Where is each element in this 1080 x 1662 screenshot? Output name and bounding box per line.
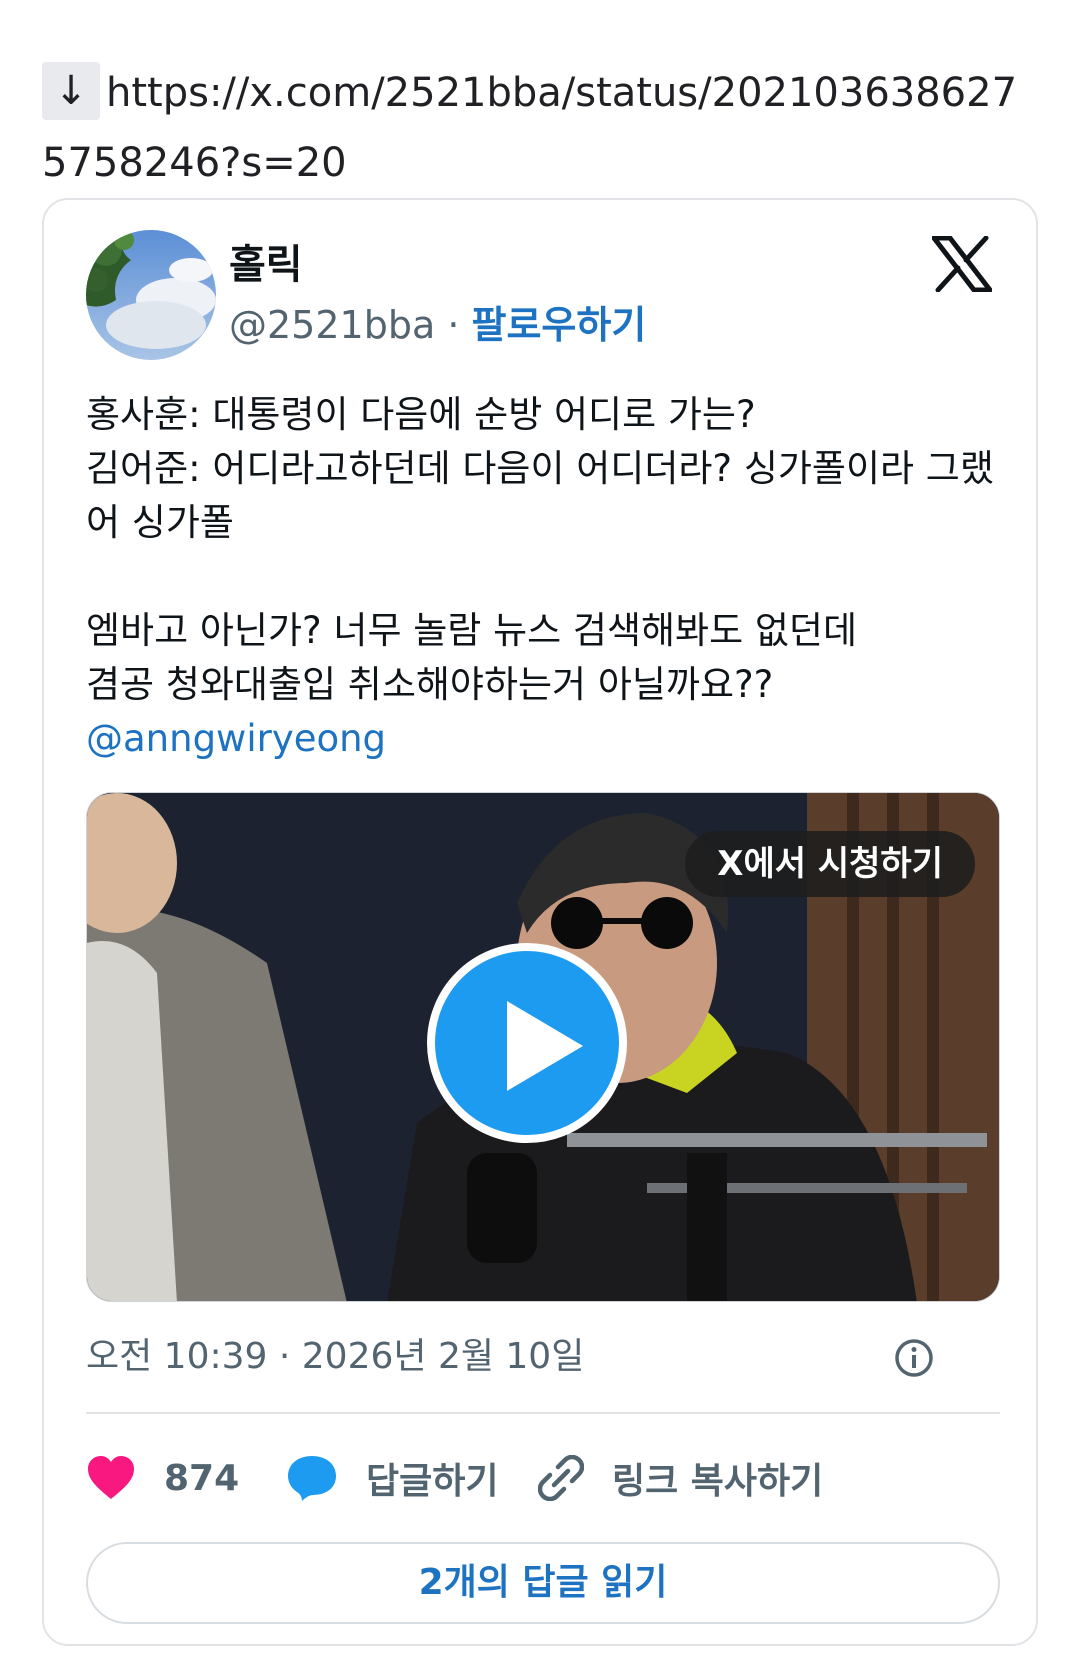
display-name[interactable]: 홀릭	[229, 240, 303, 290]
url-text[interactable]: https://x.com/2521bba/status/20210363862…	[42, 70, 1017, 186]
heart-icon	[88, 1456, 134, 1499]
tweet-paragraph-1: 홍사훈: 대통령이 다음에 순방 어디로 가는? 김어준: 어디라고하던데 다음…	[86, 393, 994, 544]
tweet-url[interactable]: ↓ https://x.com/2521bba/status/2021036386…	[42, 58, 1042, 198]
read-replies-button[interactable]: 2개의 답글 읽기	[86, 1542, 1000, 1624]
timestamp[interactable]: 오전 10:39 · 2026년 2월 10일	[86, 1332, 584, 1382]
copy-link-button[interactable]: 링크 복사하기	[538, 1448, 823, 1508]
reply-button[interactable]: 답글하기	[286, 1448, 498, 1508]
tweet-text: 홍사훈: 대통령이 다음에 순방 어디로 가는? 김어준: 어디라고하던데 다음…	[86, 388, 1006, 766]
action-bar: 874 답글하기 링크 복사하기	[86, 1448, 1000, 1508]
handle-row: @2521bba · 팔로우하기	[229, 300, 646, 350]
avatar[interactable]	[86, 230, 216, 360]
video-thumbnail[interactable]: X에서 시청하기	[86, 792, 1000, 1302]
mention-link[interactable]: @anngwiryeong	[86, 712, 1006, 766]
tweet-paragraph-2: 엠바고 아닌가? 너무 놀람 뉴스 검색해봐도 없던데 겸공 청와대출입 취소해…	[86, 609, 858, 706]
follow-button[interactable]: 팔로우하기	[472, 303, 647, 347]
tweet-embed-card[interactable]: 홀릭 @2521bba · 팔로우하기 홍사훈: 대통령이 다음에 순방 어디로…	[42, 198, 1038, 1646]
reply-label: 답글하기	[366, 1461, 499, 1502]
link-icon	[538, 1455, 584, 1501]
download-arrow-icon[interactable]: ↓	[42, 62, 100, 120]
copy-link-label: 링크 복사하기	[612, 1461, 824, 1502]
like-count: 874	[164, 1457, 240, 1499]
info-icon[interactable]	[894, 1338, 934, 1378]
separator: ·	[435, 303, 472, 347]
x-logo-icon[interactable]	[932, 236, 992, 292]
speech-bubble-icon	[288, 1456, 336, 1501]
play-icon[interactable]	[427, 943, 627, 1143]
divider	[86, 1412, 1000, 1414]
watch-on-x-button[interactable]: X에서 시청하기	[685, 831, 975, 897]
like-button[interactable]: 874	[86, 1448, 239, 1508]
handle[interactable]: @2521bba	[229, 303, 435, 347]
